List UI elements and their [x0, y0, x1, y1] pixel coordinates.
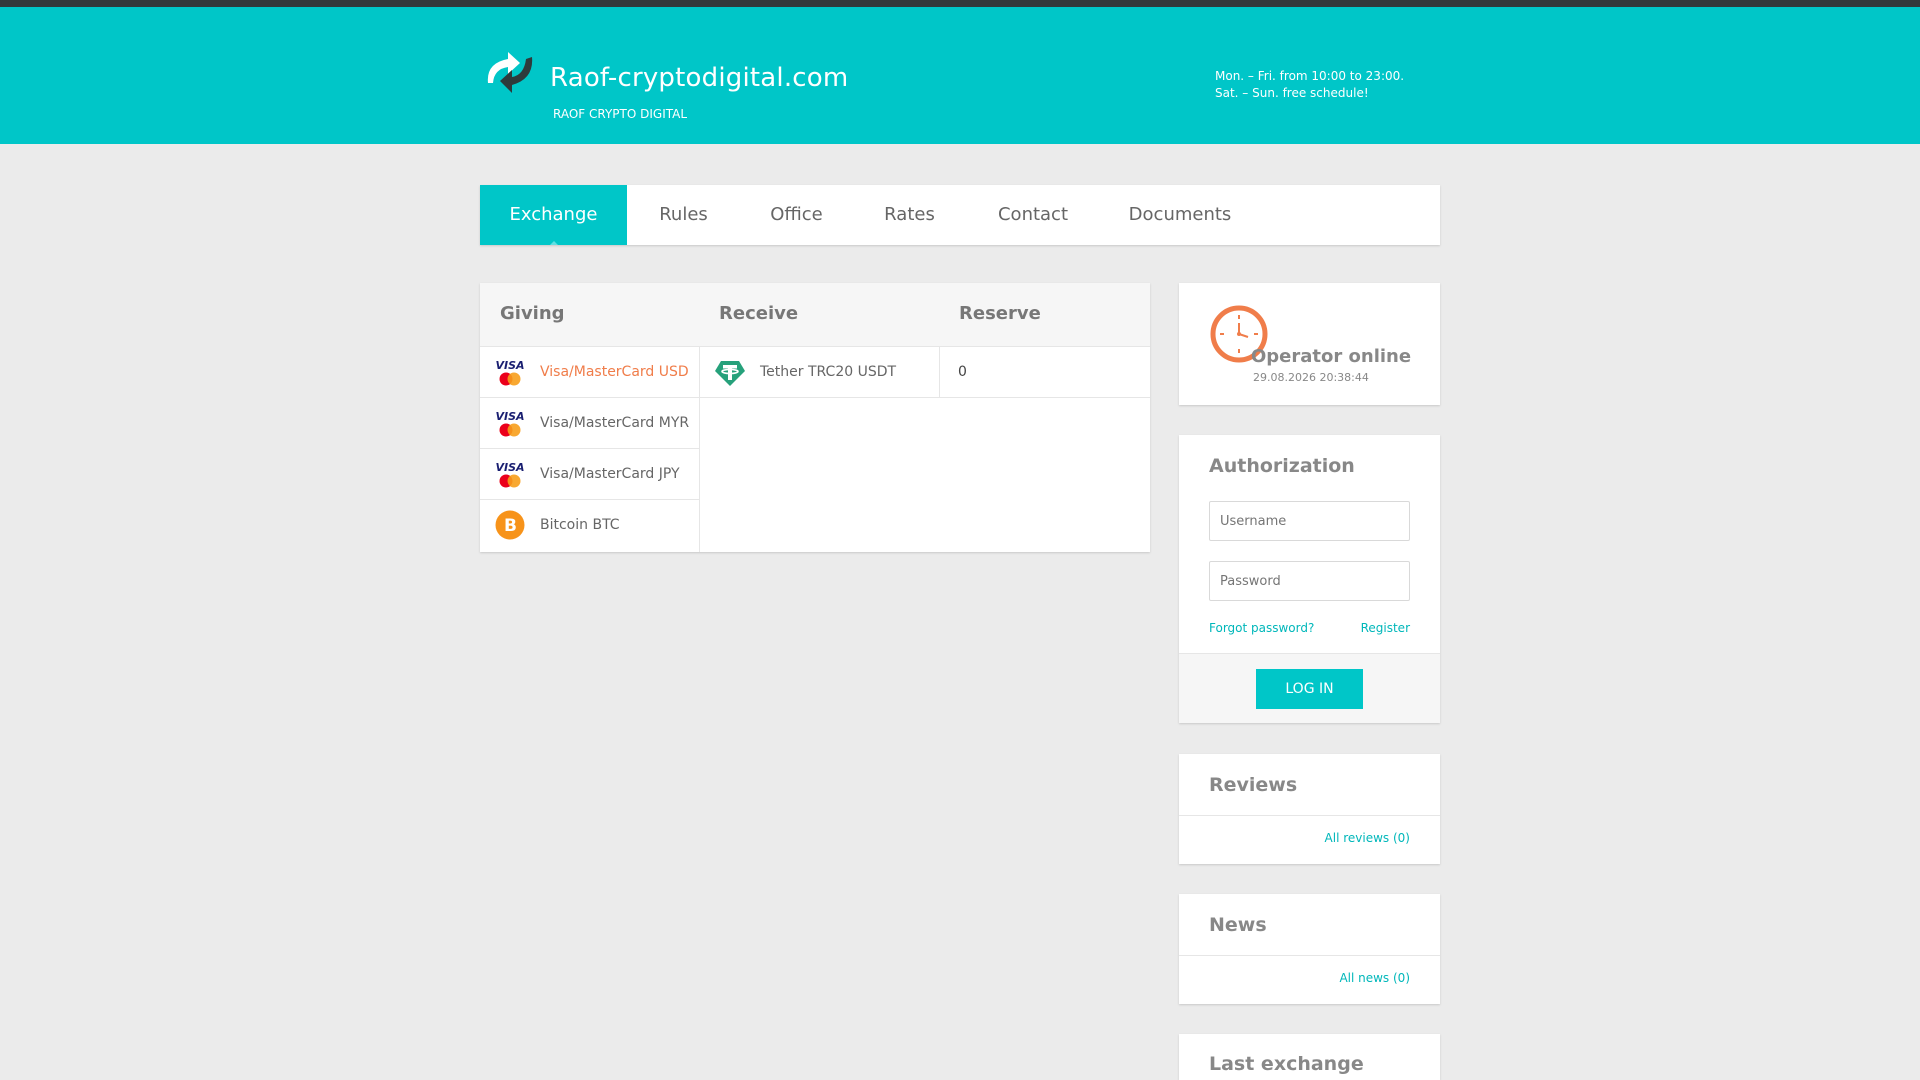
login-button[interactable]: LOG IN	[1256, 669, 1363, 709]
all-reviews-link[interactable]: All reviews (0)	[1325, 831, 1410, 845]
top-strip	[0, 0, 1920, 7]
svg-text:VISA: VISA	[495, 410, 524, 423]
auth-panel: Authorization Forgot password? Register …	[1179, 435, 1440, 723]
username-input[interactable]	[1209, 501, 1410, 541]
exchange-table: Giving Receive Reserve VISA Visa/MasterC…	[480, 283, 1150, 552]
visa-mastercard-icon: VISA	[495, 359, 525, 386]
reviews-panel: Reviews All reviews (0)	[1179, 754, 1440, 864]
header: Raof-cryptodigital.com RAOF CRYPTO DIGIT…	[0, 7, 1920, 144]
receive-cell: Tether TRC20 USDT	[700, 347, 940, 398]
receive-header: Receive	[719, 303, 799, 324]
register-link[interactable]: Register	[1361, 621, 1410, 635]
operator-datetime: 29.08.2026 20:38:44	[1253, 371, 1369, 384]
nav-exchange[interactable]: Exchange	[480, 185, 627, 245]
site-title[interactable]: Raof-cryptodigital.com	[550, 63, 848, 93]
giving-item[interactable]: B Bitcoin BTC	[480, 500, 700, 551]
svg-text:VISA: VISA	[495, 359, 524, 372]
giving-item-label: Visa/MasterCard JPY	[540, 466, 680, 482]
main-nav: Exchange Rules Office Rates Contact Docu…	[480, 185, 1440, 245]
visa-mastercard-icon: VISA	[495, 410, 525, 437]
exchange-table-header: Giving Receive Reserve	[480, 283, 1150, 347]
nav-documents[interactable]: Documents	[1100, 185, 1260, 245]
hours-weekday: Mon. – Fri. from 10:00 to 23:00.	[1215, 69, 1405, 83]
nav-contact[interactable]: Contact	[966, 185, 1100, 245]
visa-mastercard-icon: VISA	[495, 461, 525, 488]
tether-icon	[715, 361, 745, 386]
giving-item[interactable]: VISA Visa/MasterCard MYR	[480, 398, 700, 449]
forgot-password-link[interactable]: Forgot password?	[1209, 621, 1314, 635]
svg-text:VISA: VISA	[495, 461, 524, 474]
news-panel: News All news (0)	[1179, 894, 1440, 1004]
exchange-arrows-icon[interactable]	[480, 49, 536, 97]
reserve-value: 0	[958, 364, 967, 380]
giving-list: VISA Visa/MasterCard USD VISA Visa/Maste…	[480, 347, 700, 552]
giving-item-label: Bitcoin BTC	[540, 517, 620, 533]
reviews-title: Reviews	[1209, 774, 1298, 796]
reserve-header: Reserve	[959, 303, 1041, 324]
operator-panel: Operator online 29.08.2026 20:38:44	[1179, 283, 1440, 405]
password-input[interactable]	[1209, 561, 1410, 601]
last-exchange-title: Last exchange	[1209, 1053, 1364, 1075]
svg-text:B: B	[504, 516, 517, 536]
operator-status: Operator online	[1251, 346, 1412, 367]
giving-item[interactable]: VISA Visa/MasterCard USD	[480, 347, 700, 398]
hours-weekend: Sat. – Sun. free schedule!	[1215, 86, 1369, 100]
receive-item[interactable]: Tether TRC20 USDT 0	[700, 347, 1150, 398]
working-hours: Mon. – Fri. from 10:00 to 23:00. Sat. – …	[1215, 68, 1404, 102]
nav-rates[interactable]: Rates	[853, 185, 966, 245]
bitcoin-icon: B	[495, 510, 525, 540]
giving-item-label: Visa/MasterCard MYR	[540, 415, 690, 431]
auth-footer: LOG IN	[1179, 653, 1440, 723]
receive-item-label: Tether TRC20 USDT	[760, 364, 897, 380]
last-exchange-panel: Last exchange	[1179, 1034, 1440, 1080]
site-subtitle: RAOF CRYPTO DIGITAL	[553, 107, 688, 121]
nav-office[interactable]: Office	[740, 185, 853, 245]
giving-header: Giving	[500, 303, 565, 324]
all-news-link[interactable]: All news (0)	[1339, 971, 1410, 985]
auth-title: Authorization	[1209, 455, 1355, 477]
news-title: News	[1209, 914, 1267, 936]
news-divider	[1179, 955, 1440, 956]
nav-rules[interactable]: Rules	[627, 185, 740, 245]
giving-item-label: Visa/MasterCard USD	[540, 364, 689, 380]
reviews-divider	[1179, 815, 1440, 816]
giving-item[interactable]: VISA Visa/MasterCard JPY	[480, 449, 700, 500]
